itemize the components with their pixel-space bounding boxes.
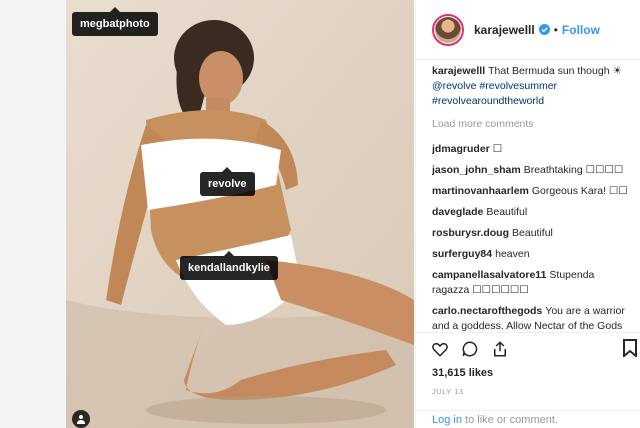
- follow-button[interactable]: Follow: [562, 23, 600, 37]
- caption-username[interactable]: karajewelll: [432, 65, 485, 77]
- comment-text: Gorgeous Kara! ☐☐: [531, 185, 628, 197]
- person-icon: [77, 415, 85, 424]
- comment-username[interactable]: jason_john_sham: [432, 164, 521, 176]
- post-side-panel: karajewelll • Follow karajewelll That Ber…: [415, 0, 640, 428]
- comment-username[interactable]: campanellasalvatore11: [432, 269, 546, 281]
- comment-username[interactable]: daveglade: [432, 206, 483, 218]
- photo-tag-label: kendallandkylie: [188, 262, 270, 274]
- page-background: [0, 0, 66, 428]
- comment-text: Breathtaking ☐☐☐☐: [523, 164, 624, 176]
- comment-row: campanellasalvatore11 Stupenda ragazza ☐☐…: [432, 268, 632, 298]
- comment-text: heaven: [495, 248, 530, 260]
- post-date: JULY 13: [432, 387, 464, 396]
- photo-tag-label: revolve: [208, 178, 247, 190]
- post-image: [66, 0, 414, 428]
- photo-tag-label: megbatphoto: [80, 18, 150, 30]
- comment-username[interactable]: surferguy84: [432, 248, 492, 260]
- comment-button[interactable]: [458, 337, 482, 361]
- share-button[interactable]: [488, 337, 512, 361]
- separator-dot: •: [553, 22, 558, 37]
- post-footer: 31,615 likes JULY 13: [416, 332, 640, 396]
- login-text: to like or comment.: [461, 414, 558, 426]
- verified-badge-icon: [538, 24, 550, 35]
- comment-text: Beautiful: [512, 227, 553, 239]
- comment-row: martinovanhaarlem Gorgeous Kara! ☐☐: [432, 184, 632, 199]
- comment-row: rosburysr.doug Beautiful: [432, 226, 632, 241]
- comment-row: surferguy84 heaven: [432, 247, 632, 262]
- load-more-comments-button[interactable]: Load more comments: [432, 117, 632, 132]
- comment-username[interactable]: martinovanhaarlem: [432, 185, 529, 197]
- share-icon: [494, 341, 506, 357]
- user-tags-button[interactable]: [72, 410, 90, 428]
- like-button[interactable]: [428, 337, 452, 361]
- heart-icon: [432, 342, 448, 357]
- comment-row: jason_john_sham Breathtaking ☐☐☐☐: [432, 163, 632, 178]
- comment-username[interactable]: rosburysr.doug: [432, 227, 509, 239]
- photo-tag-kendallandkylie[interactable]: kendallandkylie: [180, 251, 278, 280]
- login-prompt: Log in to like or comment.: [416, 410, 640, 428]
- avatar[interactable]: [432, 13, 464, 46]
- caption: karajewelll That Bermuda sun though ☀ @re…: [432, 64, 632, 109]
- comment-username[interactable]: jdmagruder: [432, 143, 490, 155]
- save-button[interactable]: [623, 339, 637, 362]
- post-photo[interactable]: megbatphoto revolve kendallandkylie: [66, 0, 414, 428]
- comment-row: carlo.nectarofthegods You are a warrior a…: [432, 304, 632, 332]
- comment-username[interactable]: carlo.nectarofthegods: [432, 305, 542, 317]
- comment-text: ☐: [492, 143, 503, 155]
- comment-row: daveglade Beautiful: [432, 205, 632, 220]
- comment-text: Beautiful: [486, 206, 528, 218]
- photo-tag-megbatphoto[interactable]: megbatphoto: [72, 7, 158, 36]
- likes-count[interactable]: 31,615 likes: [416, 365, 640, 379]
- caption-text: That Bermuda sun though ☀: [488, 65, 622, 77]
- action-bar: [416, 333, 640, 365]
- caption-tags[interactable]: @revolve #revolvesummer #revolvearoundth…: [432, 80, 557, 107]
- photo-tag-revolve[interactable]: revolve: [200, 167, 255, 196]
- login-link[interactable]: Log in: [432, 414, 462, 426]
- bookmark-icon: [623, 339, 637, 359]
- comment-icon: [462, 341, 478, 357]
- comments-list[interactable]: karajewelll That Bermuda sun though ☀ @re…: [432, 64, 632, 332]
- header-username[interactable]: karajewelll: [474, 23, 535, 37]
- post-header: karajewelll • Follow: [416, 0, 640, 60]
- comment-row: jdmagruder ☐: [432, 142, 632, 157]
